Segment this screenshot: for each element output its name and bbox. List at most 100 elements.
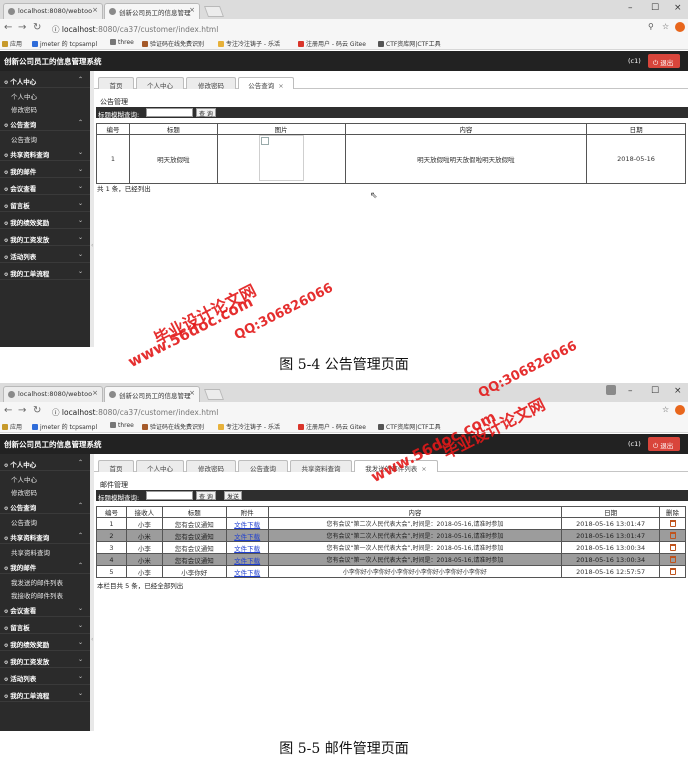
tab-home[interactable]: 首页 — [98, 460, 134, 473]
sidebar-group[interactable]: ⚙ 活动列表 ⌄ — [0, 246, 90, 263]
bookmark[interactable]: three — [110, 39, 134, 46]
tab-announcement[interactable]: 公告查询 — [238, 460, 288, 473]
browser-tab-active[interactable]: 创新公司员工的信息管理 × — [104, 3, 200, 19]
tab-change-password[interactable]: 修改密码 — [186, 77, 236, 90]
download-link[interactable]: 文件下载 — [234, 545, 260, 553]
download-link[interactable]: 文件下载 — [234, 557, 260, 565]
sidebar-group[interactable]: ⚙ 公告查询 ⌃ — [0, 497, 90, 514]
close-window-icon[interactable]: × — [674, 386, 682, 396]
download-link[interactable]: 文件下载 — [234, 533, 260, 541]
close-icon[interactable]: × — [189, 6, 195, 14]
close-tab-icon[interactable]: × — [421, 465, 426, 473]
sidebar-group[interactable]: ⚙ 公告查询 ⌃ — [0, 114, 90, 131]
download-link[interactable]: 文件下载 — [234, 521, 260, 529]
forward-icon[interactable]: → — [18, 22, 26, 33]
bookmark[interactable]: 注册用户 - 码云 Gitee — [298, 422, 366, 431]
close-window-icon[interactable]: × — [674, 3, 682, 13]
sidebar-item[interactable]: 公告查询 — [0, 514, 90, 527]
new-tab-button[interactable] — [203, 6, 225, 17]
browser-tab[interactable]: localhost:8080/webtoo × — [3, 3, 103, 19]
maximize-icon[interactable]: ☐ — [651, 3, 659, 13]
sidebar-group[interactable]: ⚙ 个人中心 ⌃ — [0, 71, 90, 88]
tab-change-password[interactable]: 修改密码 — [186, 460, 236, 473]
browser-tab[interactable]: localhost:8080/webtoo × — [3, 386, 103, 402]
bookmark[interactable]: 验证码在线免费识别 — [142, 39, 204, 48]
search-button[interactable]: 查 询 — [196, 108, 216, 118]
bookmark[interactable]: 专注冷注铸子 - 乐活 — [218, 422, 280, 431]
minimize-icon[interactable]: – — [628, 3, 633, 13]
sidebar-group[interactable]: ⚙ 留言板 ⌄ — [0, 195, 90, 212]
search-input[interactable] — [146, 491, 193, 500]
bookmark-apps[interactable]: 应用 — [2, 422, 22, 431]
collapse-sidebar-icon[interactable]: ‹ — [91, 242, 93, 249]
bookmark[interactable]: jmeter 的 tcpsampl — [32, 39, 97, 48]
sidebar-item[interactable]: 个人中心 — [0, 471, 90, 484]
tab-profile[interactable]: 个人中心 — [136, 460, 184, 473]
reload-icon[interactable]: ↻ — [33, 405, 41, 416]
sidebar-group[interactable]: ⚙ 我的工单流程 ⌄ — [0, 685, 90, 702]
sidebar-group[interactable]: ⚙ 我的邮件 ⌄ — [0, 161, 90, 178]
back-icon[interactable]: ← — [4, 22, 12, 33]
bookmark[interactable]: CTF资库网|CTF工具 — [378, 422, 441, 431]
sidebar-group[interactable]: ⚙ 活动列表 ⌄ — [0, 668, 90, 685]
trash-icon[interactable] — [669, 531, 676, 539]
sidebar-item[interactable]: 修改密码 — [0, 101, 90, 114]
close-icon[interactable]: × — [92, 389, 98, 397]
back-icon[interactable]: ← — [4, 405, 12, 416]
sidebar-item[interactable]: 公告查询 — [0, 131, 90, 144]
bookmark[interactable]: 专注冷注铸子 - 乐活 — [218, 39, 280, 48]
bookmark[interactable]: jmeter 的 tcpsampl — [32, 422, 97, 431]
sidebar-group[interactable]: ⚙ 我的绩效奖励 ⌄ — [0, 212, 90, 229]
sidebar-group[interactable]: ⚙ 我的邮件 ⌃ — [0, 557, 90, 574]
close-icon[interactable]: × — [92, 6, 98, 14]
forward-icon[interactable]: → — [18, 405, 26, 416]
close-tab-icon[interactable]: × — [278, 82, 283, 90]
user-profile-icon[interactable] — [606, 385, 616, 395]
collapse-sidebar-icon[interactable]: ‹ — [91, 636, 93, 643]
trash-icon[interactable] — [669, 519, 676, 527]
sidebar-group[interactable]: ⚙ 会议查看 ⌄ — [0, 178, 90, 195]
minimize-icon[interactable]: – — [628, 386, 633, 396]
trash-icon[interactable] — [669, 555, 676, 563]
tab-home[interactable]: 首页 — [98, 77, 134, 90]
sidebar-item[interactable]: 修改密码 — [0, 484, 90, 497]
star-icon[interactable]: ☆ — [662, 22, 669, 31]
zoom-icon[interactable]: ⚲ — [648, 22, 654, 31]
tab-announcement[interactable]: 公告查询 × — [238, 77, 294, 90]
search-input[interactable] — [146, 108, 193, 117]
sidebar-item[interactable]: 共享资料查询 — [0, 544, 90, 557]
sidebar-group[interactable]: ⚙ 我的工单流程 ⌄ — [0, 263, 90, 280]
sidebar-group[interactable]: ⚙ 我的绩效奖励 ⌄ — [0, 634, 90, 651]
trash-icon[interactable] — [669, 567, 676, 575]
new-tab-button[interactable] — [203, 389, 225, 400]
url-field[interactable]: ⓘ localhost:8080/ca37/customer/index.htm… — [52, 405, 642, 418]
sidebar-group[interactable]: ⚙ 我的工资发放 ⌄ — [0, 651, 90, 668]
send-button[interactable]: 发送 — [224, 491, 243, 501]
logout-button[interactable]: ⏻ 退出 — [648, 437, 680, 451]
star-icon[interactable]: ☆ — [662, 405, 669, 414]
search-button[interactable]: 查 询 — [196, 491, 216, 501]
sidebar-group[interactable]: ⚙ 我的工资发放 ⌄ — [0, 229, 90, 246]
bookmark[interactable]: 验证码在线免费识别 — [142, 422, 204, 431]
sidebar-group[interactable]: ⚙ 留言板 ⌄ — [0, 617, 90, 634]
trash-icon[interactable] — [669, 543, 676, 551]
bookmark[interactable]: three — [110, 422, 134, 429]
close-icon[interactable]: × — [189, 389, 195, 397]
reload-icon[interactable]: ↻ — [33, 22, 41, 33]
sidebar-item[interactable]: 我发送的邮件列表 — [0, 574, 90, 587]
bookmark[interactable]: 注册用户 - 码云 Gitee — [298, 39, 366, 48]
maximize-icon[interactable]: ☐ — [651, 386, 659, 396]
sidebar-group[interactable]: ⚙ 会议查看 ⌄ — [0, 600, 90, 617]
bookmark-apps[interactable]: 应用 — [2, 39, 22, 48]
tab-shared-files[interactable]: 共享资料查询 — [290, 460, 352, 473]
browser-tab-active[interactable]: 创新公司员工的信息管理 × — [104, 386, 200, 402]
extension-icon[interactable] — [675, 22, 685, 32]
bookmark[interactable]: CTF资库网|CTF工具 — [378, 39, 441, 48]
url-field[interactable]: ⓘ localhost:8080/ca37/customer/index.htm… — [52, 22, 642, 35]
download-link[interactable]: 文件下载 — [234, 569, 260, 577]
sidebar-item[interactable]: 我接收的邮件列表 — [0, 587, 90, 600]
tab-profile[interactable]: 个人中心 — [136, 77, 184, 90]
sidebar-group[interactable]: ⚙ 共享资料查询 ⌃ — [0, 527, 90, 544]
sidebar-group[interactable]: ⚙ 个人中心 ⌃ — [0, 454, 90, 471]
logout-button[interactable]: ⏻ 退出 — [648, 54, 680, 68]
